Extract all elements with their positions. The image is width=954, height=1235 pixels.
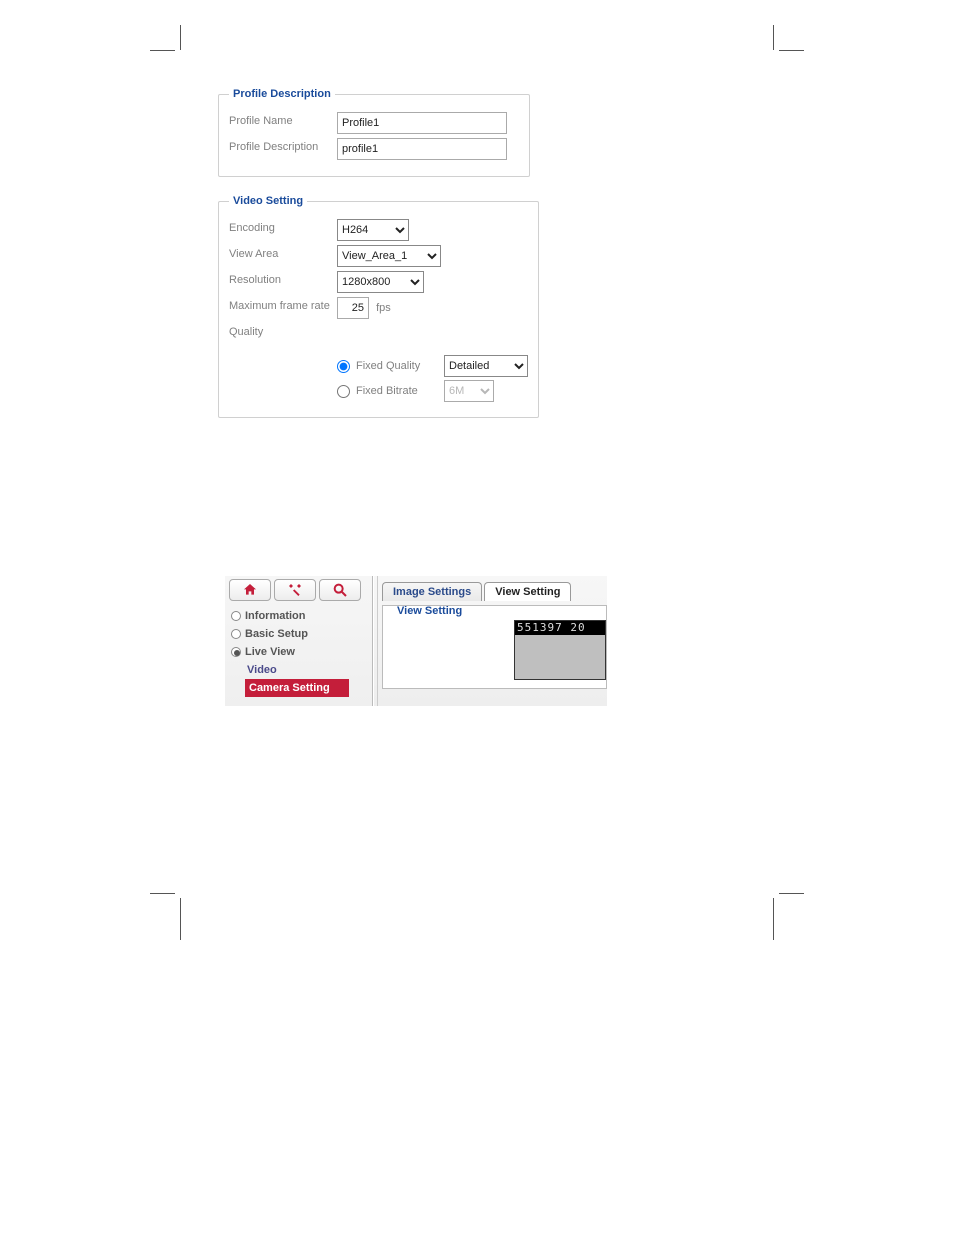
profile-name-input[interactable] [337,112,507,134]
profile-name-row: Profile Name [229,112,519,134]
crop-mark [773,25,774,50]
tab-row: Image Settings View Setting [382,582,607,601]
sidebar-item-information[interactable]: Information [229,607,368,625]
encoding-label: Encoding [229,219,337,235]
max-frame-rate-row: Maximum frame rate fps [229,297,528,319]
bullet-icon [231,629,241,639]
tab-view-setting[interactable]: View Setting [484,582,571,601]
sidebar-item-label: Basic Setup [245,628,308,640]
crop-mark [779,893,804,894]
content-area: Image Settings View Setting View Setting… [373,576,607,706]
view-area-select[interactable]: View_Area_1 [337,245,441,267]
view-setting-panel: View Setting 551397 20 [382,605,607,689]
view-area-row: View Area View_Area_1 [229,245,528,267]
sidebar-item-live-view[interactable]: Live View [229,643,368,661]
sidebar-item-label: Camera Setting [249,682,330,694]
fps-label: fps [376,302,391,314]
icon-toolbar [229,579,368,601]
profile-description-panel: Profile Description Profile Name Profile… [218,88,530,177]
crop-mark [180,25,181,50]
search-button[interactable] [319,579,361,601]
settings-form-screenshot: Profile Description Profile Name Profile… [218,88,530,436]
tab-label: Image Settings [393,586,471,598]
tools-button[interactable] [274,579,316,601]
camera-preview: 551397 20 [514,620,606,680]
divider [377,576,378,706]
fixed-quality-radio[interactable] [337,360,350,373]
crop-mark [773,898,774,940]
tab-image-settings[interactable]: Image Settings [382,582,482,601]
fixed-quality-label: Fixed Quality [356,360,440,372]
sidebar-item-label: Video [247,664,277,676]
quality-radio-group: Fixed Quality Detailed Fixed Bitrate 6M [337,355,528,402]
profile-name-label: Profile Name [229,112,337,128]
max-frame-rate-input[interactable] [337,297,369,319]
sidebar-sub-item-camera-setting[interactable]: Camera Setting [245,679,349,697]
crop-mark [779,50,804,51]
view-area-label: View Area [229,245,337,261]
encoding-row: Encoding H264 [229,219,528,241]
search-icon [332,582,348,598]
encoding-select[interactable]: H264 [337,219,409,241]
camera-ui-screenshot: Information Basic Setup Live View Video … [225,576,607,706]
preview-overlay-text: 551397 20 [515,621,605,635]
fixed-quality-line: Fixed Quality Detailed [337,355,528,377]
bullet-filled-icon [231,647,241,657]
video-setting-legend: Video Setting [229,195,307,207]
crop-mark [150,893,175,894]
profile-description-label: Profile Description [229,138,337,154]
sidebar-item-label: Live View [245,646,295,658]
crop-mark [180,898,181,940]
sidebar-item-label: Information [245,610,306,622]
fixed-bitrate-radio[interactable] [337,385,350,398]
quality-label: Quality [229,323,337,339]
fixed-bitrate-label: Fixed Bitrate [356,385,440,397]
fixed-quality-select[interactable]: Detailed [444,355,528,377]
resolution-row: Resolution 1280x800 [229,271,528,293]
max-frame-rate-label: Maximum frame rate [229,297,337,313]
fixed-bitrate-select[interactable]: 6M [444,380,494,402]
resolution-select[interactable]: 1280x800 [337,271,424,293]
sidebar-item-basic-setup[interactable]: Basic Setup [229,625,368,643]
profile-description-input[interactable] [337,138,507,160]
profile-description-row: Profile Description [229,138,519,160]
profile-description-legend: Profile Description [229,88,335,100]
home-button[interactable] [229,579,271,601]
quality-row: Quality [229,323,528,339]
video-setting-panel: Video Setting Encoding H264 View Area Vi… [218,195,539,418]
resolution-label: Resolution [229,271,337,287]
bullet-icon [231,611,241,621]
sidebar: Information Basic Setup Live View Video … [225,576,373,706]
tools-icon [287,582,303,598]
crop-mark [150,50,175,51]
fixed-bitrate-line: Fixed Bitrate 6M [337,380,528,402]
view-setting-legend: View Setting [393,605,466,617]
sidebar-sub-item-video[interactable]: Video [229,661,368,679]
tab-label: View Setting [495,586,560,598]
home-icon [242,582,258,598]
